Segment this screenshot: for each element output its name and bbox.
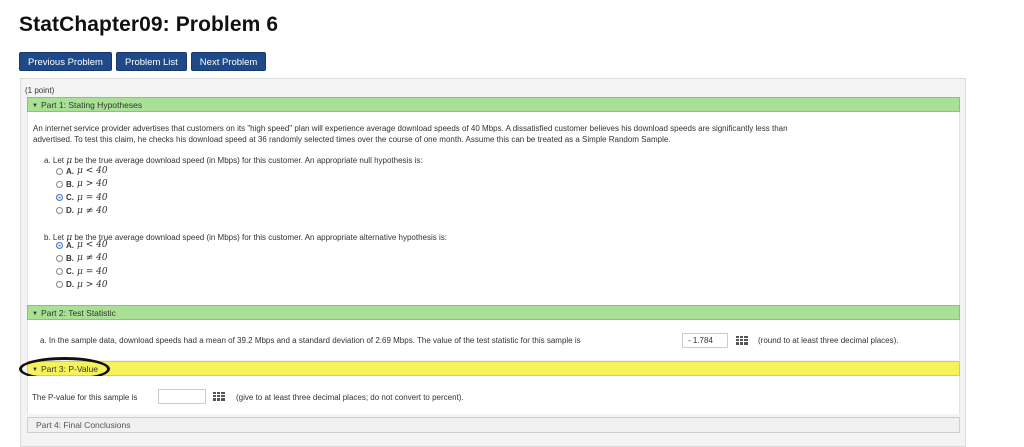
radio-option[interactable]: C. μ = 40 — [56, 193, 108, 203]
radio-option[interactable]: A. μ < 40 — [56, 166, 108, 176]
part2-header[interactable]: ▼ Part 2: Test Statistic — [27, 305, 960, 320]
option-label: A. — [66, 240, 74, 250]
option-label: D. — [66, 280, 74, 290]
equation-editor-icon[interactable] — [213, 392, 225, 401]
option-expression: μ = 40 — [77, 192, 108, 203]
radio-button[interactable] — [56, 167, 63, 175]
prompt-rest: be the true average download speed (in M… — [74, 156, 423, 165]
option-label: D. — [66, 206, 74, 216]
option-label: C. — [66, 193, 74, 203]
radio-button[interactable] — [56, 254, 63, 262]
equation-editor-icon[interactable] — [736, 336, 748, 345]
option-expression: μ ≠ 40 — [77, 253, 108, 264]
previous-problem-button[interactable]: Previous Problem — [19, 52, 112, 71]
option-label: C. — [66, 267, 74, 277]
option-label: B. — [66, 253, 74, 263]
p-value-input[interactable] — [158, 389, 206, 404]
problem-intro-line2: advertised. To test this claim, he check… — [33, 135, 671, 144]
page-title: StatChapter09: Problem 6 — [19, 13, 279, 36]
p-value-question: The P-value for this sample is — [32, 393, 138, 402]
radio-option[interactable]: D. μ ≠ 40 — [56, 206, 108, 216]
expand-triangle-icon: ▼ — [32, 311, 38, 317]
radio-option[interactable]: A. μ < 40 — [56, 240, 108, 250]
part1-header-label: Part 1: Stating Hypotheses — [40, 100, 143, 110]
option-expression: μ < 40 — [77, 166, 108, 176]
part3-header[interactable]: ▼ Part 3: P-Value — [27, 361, 960, 376]
radio-button[interactable] — [56, 207, 63, 215]
option-expression: μ > 40 — [77, 179, 108, 190]
part1-content: An internet service provider advertises … — [27, 112, 960, 305]
radio-button[interactable] — [56, 281, 63, 289]
option-label: A. — [66, 166, 74, 176]
prompt-start: a. Let — [44, 156, 65, 165]
radio-button[interactable] — [56, 180, 63, 188]
radio-option[interactable]: B. μ > 40 — [56, 179, 108, 189]
question-a-prompt: a. Let μ be the true average download sp… — [44, 156, 423, 166]
option-expression: μ < 40 — [77, 240, 108, 250]
radio-button[interactable] — [56, 194, 63, 202]
mu-symbol: μ — [66, 156, 73, 166]
option-expression: μ > 40 — [77, 279, 108, 290]
option-expression: μ = 40 — [77, 266, 108, 277]
radio-option[interactable]: B. μ ≠ 40 — [56, 253, 108, 263]
part2-header-label: Part 2: Test Statistic — [40, 308, 116, 318]
next-problem-button[interactable]: Next Problem — [190, 52, 267, 71]
option-label: B. — [66, 179, 74, 189]
p-value-hint: (give to at least three decimal places; … — [236, 393, 464, 402]
option-expression: μ ≠ 40 — [77, 205, 108, 216]
test-statistic-hint: (round to at least three decimal places)… — [758, 336, 899, 345]
problem-intro-line1: An internet service provider advertises … — [33, 124, 788, 133]
radio-button[interactable] — [56, 268, 63, 276]
points-label: (1 point) — [25, 86, 55, 95]
problem-list-button[interactable]: Problem List — [115, 52, 187, 71]
problem-navigation: Previous Problem Problem List Next Probl… — [19, 52, 267, 71]
test-statistic-question: a. In the sample data, download speeds h… — [40, 336, 581, 345]
expand-triangle-icon: ▼ — [32, 103, 38, 109]
radio-option[interactable]: D. μ > 40 — [56, 280, 108, 290]
radio-button[interactable] — [56, 241, 63, 249]
part4-header[interactable]: Part 4: Final Conclusions — [27, 417, 960, 433]
test-statistic-input[interactable]: - 1.784 — [682, 333, 728, 348]
radio-option[interactable]: C. μ = 40 — [56, 267, 108, 277]
prompt-rest: be the true average download speed (in M… — [74, 233, 447, 242]
part1-header[interactable]: ▼ Part 1: Stating Hypotheses — [27, 97, 960, 112]
